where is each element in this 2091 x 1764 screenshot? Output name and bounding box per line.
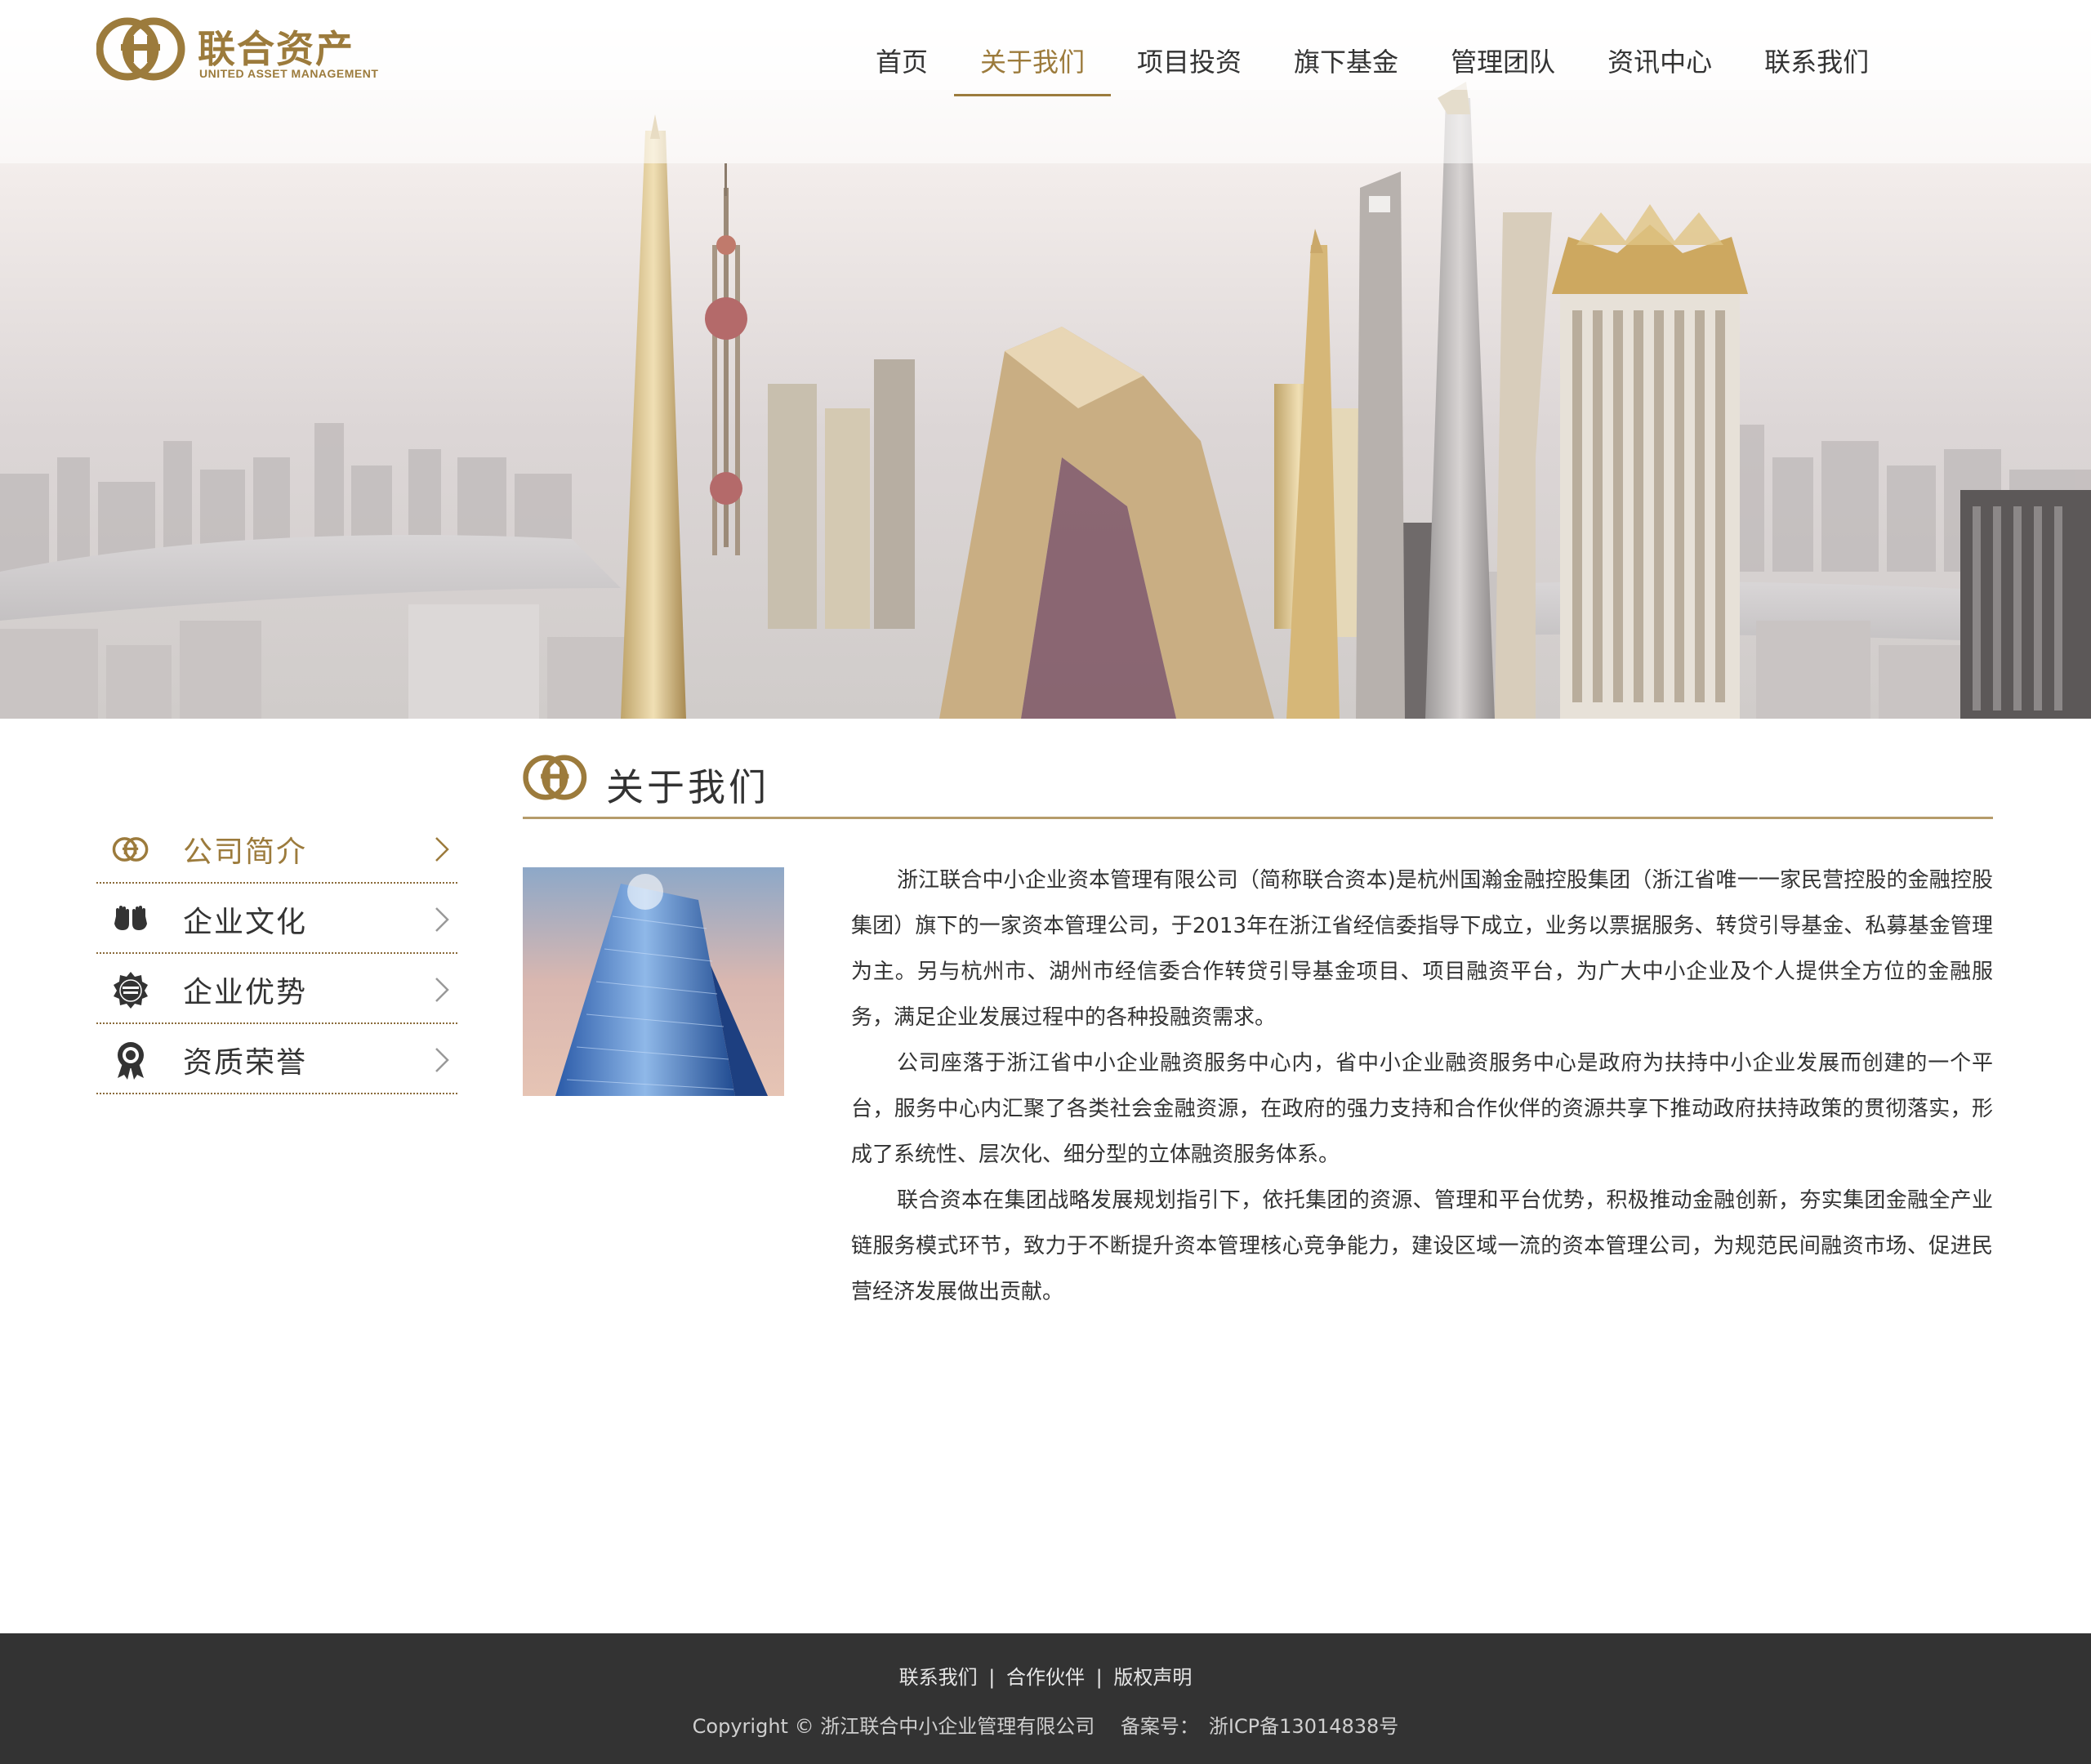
footer-link-partners[interactable]: 合作伙伴 [1006, 1666, 1085, 1689]
sidebar-item-label: 企业文化 [183, 906, 308, 939]
footer-link-contact[interactable]: 联系我们 [899, 1666, 978, 1689]
chevron-right-icon [435, 1048, 449, 1072]
icp-number[interactable]: 浙ICP备13014838号 [1209, 1715, 1398, 1738]
company-building-image [523, 867, 784, 1096]
sidebar-item-label: 资质荣誉 [183, 1046, 308, 1080]
brand-coin-icon [112, 837, 149, 862]
chevron-right-icon [435, 837, 449, 862]
about-paragraph: 公司座落于浙江省中小企业融资服务中心内，省中小企业融资服务中心是政府为扶持中小企… [851, 1051, 1993, 1167]
building-photo [523, 867, 784, 1096]
sidebar-item-company-profile[interactable]: 公司简介 [96, 815, 457, 884]
section-header: 关于我们 [523, 751, 1993, 819]
nav-home[interactable]: 首页 [849, 0, 954, 96]
brand-coin-icon [523, 755, 587, 800]
brand-name-cn: 联合资产 [198, 27, 354, 71]
about-paragraph: 联合资本在集团战略发展规划指引下，依托集团的资源、管理和平台优势，积极推动金融创… [851, 1188, 1993, 1304]
about-paragraph: 浙江联合中小企业资本管理有限公司（简称联合资本)是杭州国瀚金融控股集团（浙江省唯… [851, 868, 1993, 1030]
copyright-text: Copyright © 浙江联合中小企业管理有限公司 [692, 1715, 1095, 1738]
site-header: 联合资产 UNITED ASSET MANAGEMENT 首页 关于我们 项目投… [0, 0, 2091, 122]
sidebar-item-label: 公司简介 [183, 835, 308, 869]
brand-logo[interactable]: 联合资产 UNITED ASSET MANAGEMENT [96, 15, 378, 83]
hands-icon [114, 906, 147, 930]
sidebar-item-label: 企业优势 [183, 976, 308, 1009]
nav-contact[interactable]: 联系我们 [1738, 0, 1895, 96]
chevron-right-icon [435, 907, 449, 932]
footer-links: 联系我们 | 合作伙伴 | 版权声明 [0, 1661, 2091, 1690]
about-content: 浙江联合中小企业资本管理有限公司（简称联合资本)是杭州国瀚金融控股集团（浙江省唯… [851, 858, 1993, 1315]
sidebar-item-honors[interactable]: 资质荣誉 [96, 1026, 457, 1094]
footer-link-copyright-notice[interactable]: 版权声明 [1113, 1666, 1192, 1689]
nav-team[interactable]: 管理团队 [1424, 0, 1581, 96]
main-nav: 首页 关于我们 项目投资 旗下基金 管理团队 资讯中心 联系我们 [849, 0, 1895, 98]
page-title: 关于我们 [606, 765, 769, 809]
site-footer: 联系我们 | 合作伙伴 | 版权声明 Copyright © 浙江联合中小企业管… [0, 1633, 2091, 1764]
footer-copyright: Copyright © 浙江联合中小企业管理有限公司 备案号： 浙ICP备1301… [0, 1710, 2091, 1739]
sidebar-menu: 公司简介 企业文化 企业优势 资质荣誉 [96, 815, 457, 1096]
brand-coin-icon [96, 17, 185, 81]
nav-news[interactable]: 资讯中心 [1581, 0, 1738, 96]
nav-about[interactable]: 关于我们 [954, 0, 1112, 96]
icp-label: 备案号： [1120, 1715, 1199, 1738]
nav-projects[interactable]: 项目投资 [1111, 0, 1268, 96]
sidebar-item-culture[interactable]: 企业文化 [96, 885, 457, 954]
footer-separator: | [1095, 1666, 1103, 1689]
best-choice-badge-icon [114, 972, 148, 1009]
award-ribbon-icon [118, 1042, 144, 1080]
brand-name-en: UNITED ASSET MANAGEMENT [199, 67, 379, 80]
nav-funds[interactable]: 旗下基金 [1268, 0, 1424, 96]
footer-separator: | [988, 1666, 996, 1689]
sidebar-item-advantages[interactable]: 企业优势 [96, 956, 457, 1024]
chevron-right-icon [435, 978, 449, 1002]
